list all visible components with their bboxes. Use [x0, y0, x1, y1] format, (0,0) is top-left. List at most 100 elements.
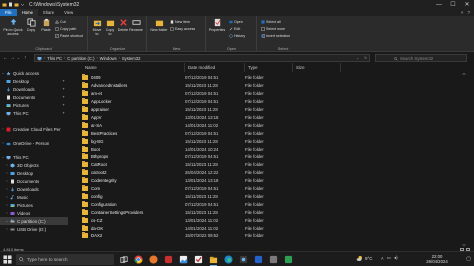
table-row[interactable]: Configuration 07/12/2019 04:51 File folder [70, 200, 370, 208]
vertical-scrollbar[interactable] [462, 72, 466, 247]
taskbar-clock[interactable]: 22:00 26/04/2024 [415, 254, 459, 265]
up-arrow-icon[interactable]: ↑ [24, 55, 27, 61]
nav-c-drive[interactable]: ⌄ C partition (C:) [0, 217, 68, 225]
paste-button[interactable]: Paste [40, 18, 52, 43]
forward-arrow-icon[interactable]: → [10, 55, 15, 61]
file-name-cell[interactable]: cs-CZ [82, 216, 102, 223]
invert-selection-button[interactable]: Invert selection [261, 33, 290, 38]
taskbar-app-tasks[interactable] [193, 254, 204, 265]
column-name[interactable]: Name [82, 63, 185, 72]
maximize-button[interactable]: ☐ [446, 0, 460, 9]
chevron-up-icon[interactable]: ˄ [461, 10, 464, 15]
nav-desktop[interactable]: › Desktop [0, 169, 68, 177]
tab-home[interactable]: Home [16, 9, 38, 16]
taskbar-task-view[interactable] [118, 254, 129, 265]
weather-widget[interactable]: 9°C [356, 255, 373, 262]
properties-button[interactable]: Properties [209, 18, 225, 43]
table-row[interactable]: config 15/11/2023 11:28 File folder [70, 192, 370, 201]
file-name-cell[interactable]: da-DK [82, 224, 103, 231]
select-all-button[interactable]: Select all [261, 19, 281, 24]
chevron-down-icon[interactable]: ⌄ [356, 56, 359, 60]
move-to-button[interactable]: Move to [91, 18, 103, 43]
refresh-icon[interactable]: ↻ [364, 56, 367, 60]
volume-icon[interactable]: ◂) [394, 255, 398, 261]
nav-this-pc-pinned[interactable]: This PC ✦ [0, 109, 68, 117]
breadcrumb-windows[interactable]: Windows [100, 56, 117, 61]
notification-icon[interactable]: ▢ [466, 256, 471, 262]
search-input[interactable]: Search System32 [375, 54, 467, 62]
breadcrumb-system32[interactable]: System32 [122, 56, 141, 61]
file-name-cell[interactable]: DAX2 [82, 232, 102, 239]
table-row[interactable]: ar-SA 14/01/2024 11:02 File folder [70, 121, 370, 129]
file-name-cell[interactable]: Configuration [82, 200, 117, 207]
table-row[interactable]: Bthprops 07/12/2019 04:51 File folder [70, 153, 370, 161]
table-row[interactable]: DAX2 15/07/2022 09:52 File folder [70, 232, 370, 240]
table-row[interactable]: bg-BG 15/11/2023 11:28 File folder [70, 137, 370, 145]
file-name-cell[interactable]: 0409 [82, 74, 101, 81]
taskbar-app-orange[interactable] [148, 254, 159, 265]
chevron-up-icon[interactable]: ˄ [381, 256, 384, 261]
taskbar-chrome[interactable] [133, 254, 144, 265]
column-size[interactable]: Size [293, 63, 341, 72]
taskbar-search-input[interactable]: Type here to search [16, 254, 114, 265]
easy-access-button[interactable]: Easy access [170, 26, 195, 31]
windows-start-icon[interactable] [3, 255, 12, 264]
copy-path-button[interactable]: Copy path [55, 26, 76, 31]
back-arrow-icon[interactable]: ← [3, 55, 8, 61]
file-name-cell[interactable]: CatRoot [82, 161, 107, 168]
file-name-cell[interactable]: appraiser [82, 106, 109, 113]
nav-downloads-pinned[interactable]: Downloads ✦ [0, 85, 68, 93]
cut-button[interactable]: Cut [55, 19, 66, 24]
help-icon[interactable]: ? [467, 10, 470, 15]
column-type[interactable]: Type [245, 63, 293, 72]
breadcrumb-c-drive[interactable]: C partition (C:) [67, 56, 94, 61]
file-name-cell[interactable]: Com [82, 185, 100, 192]
taskbar-app-gray[interactable] [268, 254, 279, 265]
file-name-cell[interactable]: AppLocker [82, 98, 112, 105]
file-name-cell[interactable]: AdvancedInstallers [82, 82, 127, 89]
table-row[interactable]: CatRoot 15/11/2023 11:28 File folder [70, 161, 370, 169]
paste-shortcut-button[interactable]: Paste shortcut [55, 33, 83, 38]
rename-button[interactable]: Rename [129, 18, 143, 43]
table-row[interactable]: am-et 07/12/2019 04:51 File folder [70, 90, 370, 98]
history-button[interactable]: History [229, 33, 245, 38]
tab-share[interactable]: Share [38, 9, 59, 16]
table-row[interactable]: ContainerSettingsProviders 15/11/2023 11:… [70, 208, 370, 216]
edit-button[interactable]: Edit [229, 26, 240, 31]
file-name-cell[interactable]: CodeIntegrity [82, 177, 117, 184]
file-name-cell[interactable]: config [82, 192, 102, 199]
nav-3d-objects[interactable]: › 3D Objects [0, 161, 68, 169]
table-row[interactable]: Boot 14/01/2024 10:24 File folder [70, 145, 370, 153]
taskbar-app-blue[interactable] [253, 254, 264, 265]
table-row[interactable]: BestPractices 07/12/2019 04:51 File folder [70, 129, 370, 137]
breadcrumb-this-pc[interactable]: This PC [47, 56, 62, 61]
table-row[interactable]: AppLocker 07/12/2019 04:51 File folder [70, 98, 370, 106]
file-name-cell[interactable]: ar-SA [82, 121, 102, 128]
address-bar[interactable]: › This PC › C partition (C:) › Windows ›… [34, 54, 370, 62]
table-row[interactable]: catroot2 26/04/2024 12:22 File folder [70, 169, 370, 177]
file-name-cell[interactable]: ContainerSettingsProviders [82, 208, 143, 215]
close-button[interactable]: ✕ [460, 0, 474, 9]
file-name-cell[interactable]: BestPractices [82, 129, 117, 136]
nav-pictures[interactable]: › Pictures [0, 201, 68, 209]
new-folder-button[interactable]: New folder [150, 18, 168, 43]
table-row[interactable]: AppV 13/01/2024 13:18 File folder [70, 113, 370, 122]
tab-file[interactable]: File [0, 9, 17, 16]
taskbar-file-explorer[interactable] [208, 254, 219, 266]
nav-music[interactable]: › Music [0, 193, 68, 201]
file-name-cell[interactable]: Bthprops [82, 153, 108, 160]
file-name-cell[interactable]: catroot2 [82, 169, 107, 176]
column-date-modified[interactable]: Date modified [185, 63, 245, 72]
pin-quick-access-button[interactable]: Pin to Quick access [2, 18, 24, 43]
nav-creative-cloud[interactable]: › Creative Cloud Files Per [0, 125, 68, 133]
copy-button[interactable]: Copy [25, 18, 37, 43]
table-row[interactable]: 0409 07/12/2019 04:51 File folder [70, 74, 370, 82]
nav-desktop-pinned[interactable]: Desktop ✦ [0, 77, 68, 85]
nav-documents[interactable]: › Documents [0, 177, 68, 185]
new-folder-icon[interactable] [14, 2, 19, 7]
table-row[interactable]: Com 07/12/2019 04:51 File folder [70, 185, 370, 193]
select-none-button[interactable]: Select none [261, 26, 285, 31]
nav-documents-pinned[interactable]: Documents ✦ [0, 93, 68, 101]
nav-downloads[interactable]: › Downloads [0, 185, 68, 193]
table-row[interactable]: da-DK 14/01/2024 11:02 File folder [70, 224, 370, 232]
